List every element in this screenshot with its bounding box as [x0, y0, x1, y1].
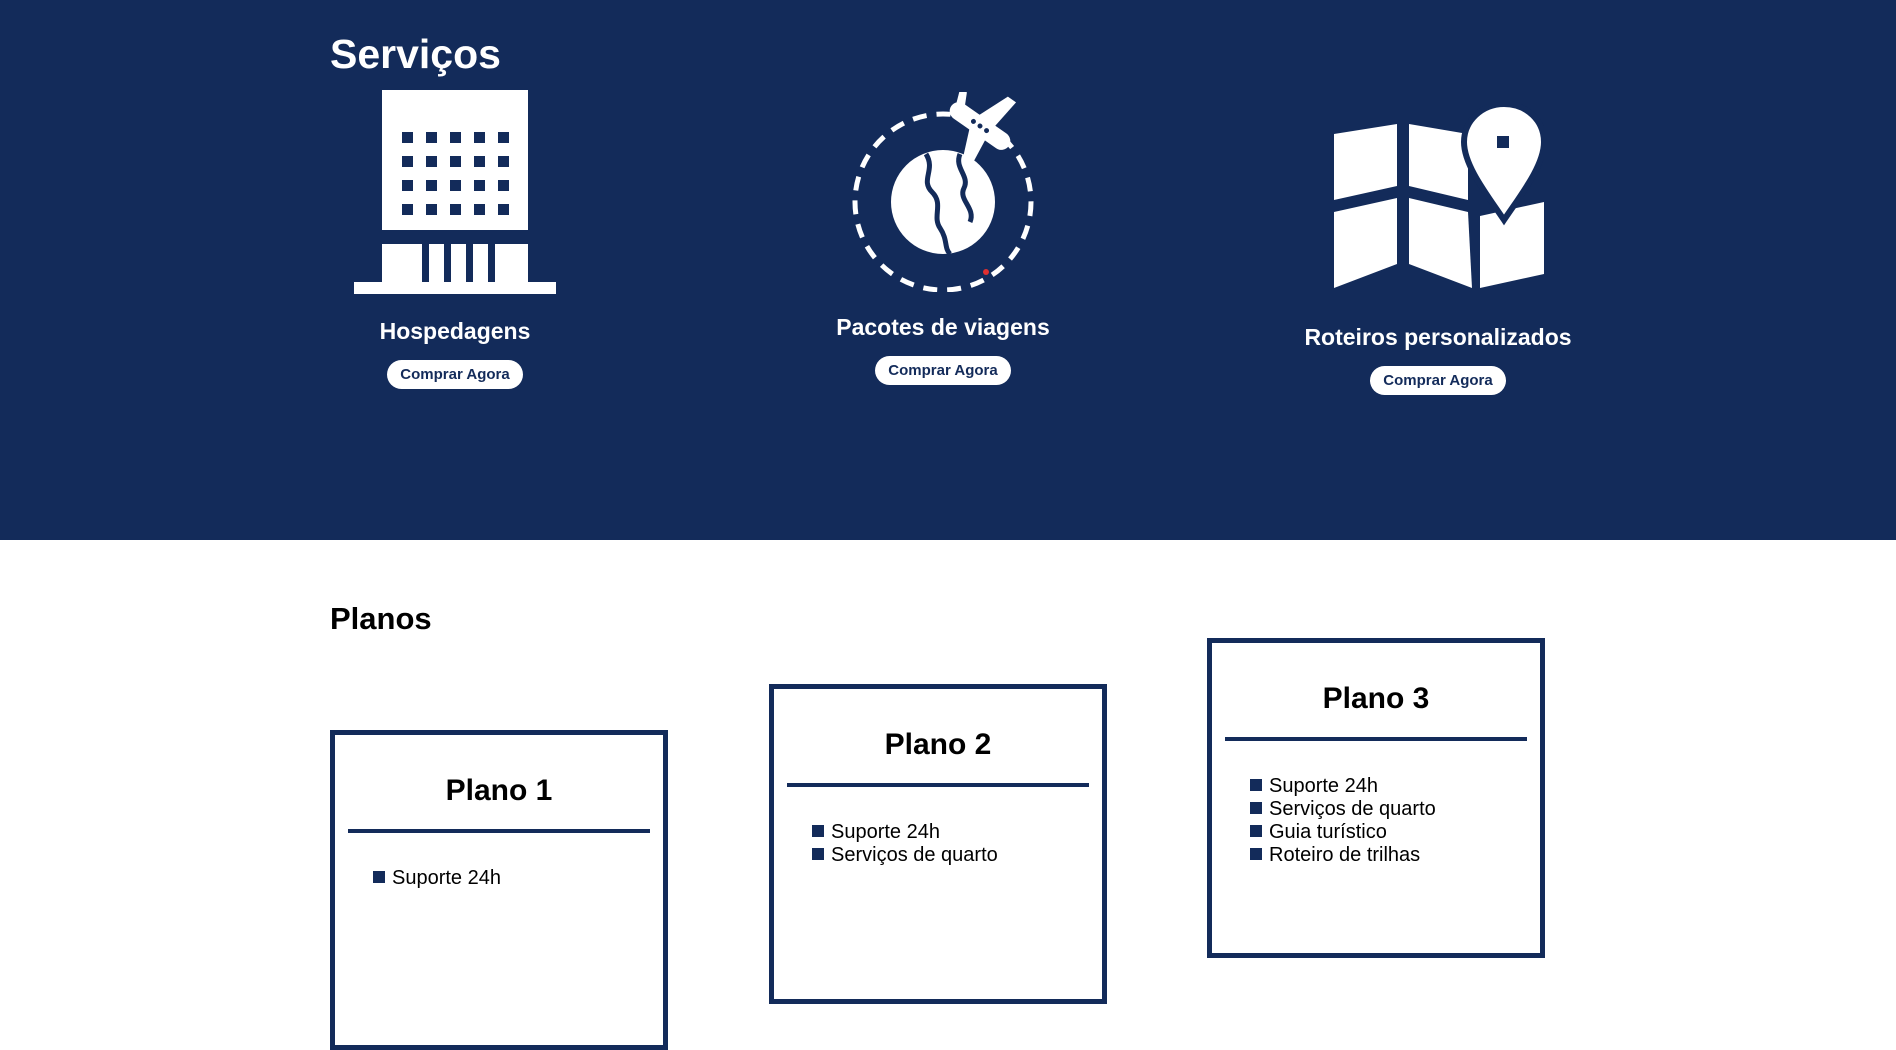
plans-title: Planos: [330, 601, 432, 636]
plan-features-list: Suporte 24h Serviços de quarto: [774, 821, 1102, 867]
buy-now-button[interactable]: Comprar Agora: [875, 355, 1011, 385]
globe-airplane-icon: [852, 92, 1034, 292]
services-section: Serviços Hospedagens Comprar Agora Pacot…: [0, 0, 1896, 540]
services-title: Serviços: [330, 31, 501, 77]
square-bullet-icon: [1250, 779, 1262, 791]
plan-title: Plano 3: [1322, 682, 1430, 715]
plan-card-2: Plano 2 Suporte 24h Serviços de quarto: [769, 684, 1107, 1004]
square-bullet-icon: [373, 871, 385, 883]
service-name: Hospedagens: [379, 318, 531, 344]
plan-divider: [1225, 737, 1527, 741]
buy-now-button[interactable]: Comprar Agora: [1370, 365, 1506, 395]
service-card-roteiros: Roteiros personalizados Comprar Agora: [1297, 104, 1579, 395]
square-bullet-icon: [812, 825, 824, 837]
list-item: Suporte 24h: [1250, 775, 1540, 798]
buy-now-button[interactable]: Comprar Agora: [387, 359, 523, 389]
hotel-building-icon: [354, 90, 556, 294]
map-pin-icon: [1334, 104, 1544, 288]
list-item: Serviços de quarto: [1250, 798, 1540, 821]
plan-divider: [348, 829, 650, 833]
plan-features-list: Suporte 24h: [335, 867, 663, 890]
service-name: Pacotes de viagens: [836, 314, 1050, 340]
list-item: Serviços de quarto: [812, 844, 1102, 867]
plan-features-list: Suporte 24h Serviços de quarto Guia turí…: [1212, 775, 1540, 867]
service-name: Roteiros personalizados: [1304, 324, 1572, 350]
square-bullet-icon: [1250, 802, 1262, 814]
square-bullet-icon: [1250, 848, 1262, 860]
service-card-pacotes: Pacotes de viagens Comprar Agora: [820, 92, 1066, 385]
list-item: Suporte 24h: [812, 821, 1102, 844]
square-bullet-icon: [812, 848, 824, 860]
plan-card-1: Plano 1 Suporte 24h: [330, 730, 668, 1050]
plan-title: Plano 2: [884, 728, 992, 761]
square-bullet-icon: [1250, 825, 1262, 837]
plan-card-3: Plano 3 Suporte 24h Serviços de quarto G…: [1207, 638, 1545, 958]
list-item: Guia turístico: [1250, 821, 1540, 844]
list-item: Suporte 24h: [373, 867, 663, 890]
service-card-hospedagens: Hospedagens Comprar Agora: [335, 90, 575, 389]
plan-title: Plano 1: [445, 774, 553, 807]
list-item: Roteiro de trilhas: [1250, 844, 1540, 867]
plan-divider: [787, 783, 1089, 787]
